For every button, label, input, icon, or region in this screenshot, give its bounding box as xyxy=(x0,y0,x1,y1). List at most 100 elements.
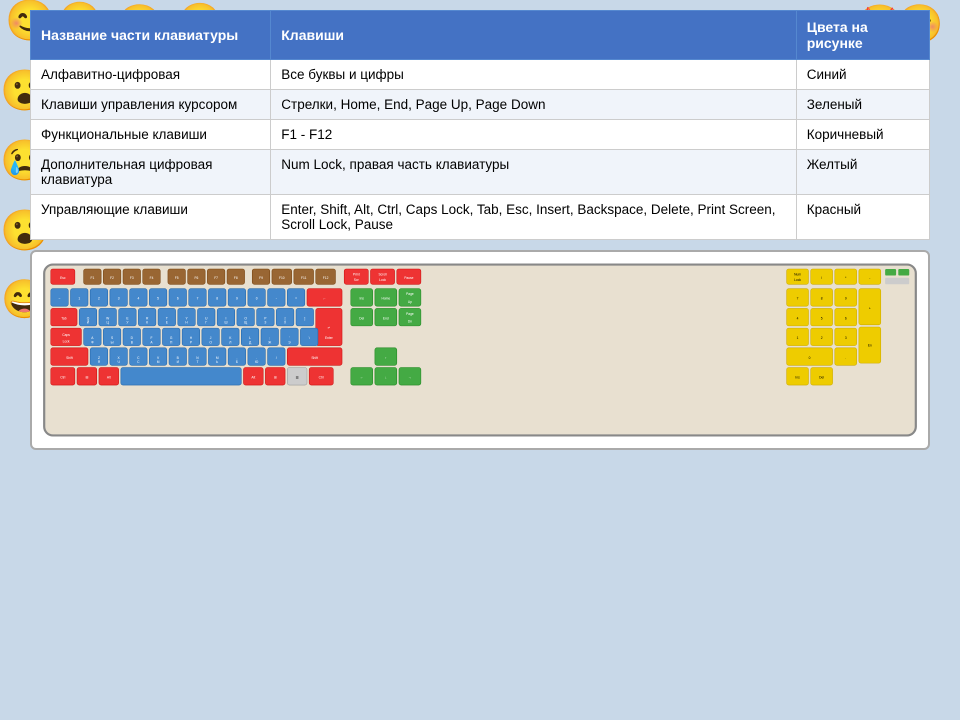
svg-text:/: / xyxy=(821,276,822,280)
svg-text:-: - xyxy=(869,276,870,280)
svg-text:О: О xyxy=(209,340,212,344)
svg-text:F5: F5 xyxy=(175,276,179,280)
svg-text:8: 8 xyxy=(216,297,218,301)
svg-text:←: ← xyxy=(323,297,326,301)
svg-text:М: М xyxy=(157,360,160,364)
svg-text:F1: F1 xyxy=(90,276,94,280)
part-name: Функциональные клавиши xyxy=(31,120,271,150)
svg-text:6: 6 xyxy=(177,297,179,301)
svg-text:End: End xyxy=(383,316,389,320)
svg-text:-: - xyxy=(276,297,277,301)
svg-text:Up: Up xyxy=(408,300,412,304)
svg-text:Lock: Lock xyxy=(794,278,801,282)
part-keys: F1 - F12 xyxy=(271,120,796,150)
svg-text:9: 9 xyxy=(845,297,847,301)
svg-text:Alt: Alt xyxy=(107,375,111,379)
svg-text:]: ] xyxy=(304,316,305,320)
svg-text:Щ: Щ xyxy=(244,321,247,325)
part-keys: Num Lock, правая часть клавиатуры xyxy=(271,150,796,195)
header-keys: Клавиши xyxy=(271,11,796,60)
svg-text:Esc: Esc xyxy=(60,276,66,280)
part-keys: Стрелки, Home, End, Page Up, Page Down xyxy=(271,90,796,120)
svg-text:Caps: Caps xyxy=(62,333,70,337)
svg-text:.: . xyxy=(845,356,846,360)
svg-text:Ж: Ж xyxy=(268,340,271,344)
svg-text:\: \ xyxy=(309,336,310,340)
svg-text:7: 7 xyxy=(197,297,199,301)
svg-text:Ь: Ь xyxy=(216,360,218,364)
svg-text:Ч: Ч xyxy=(118,360,120,364)
part-name: Управляющие клавиши xyxy=(31,195,271,240)
svg-text:8: 8 xyxy=(821,297,823,301)
svg-text:Ы: Ы xyxy=(111,340,114,344)
part-name: Клавиши управления курсором xyxy=(31,90,271,120)
svg-text:0: 0 xyxy=(256,297,258,301)
keyboard-diagram: Esc F1 F2 F3 F4 F5 F6 F7 F8 F9 F10 F11 xyxy=(42,262,918,438)
svg-text:F3: F3 xyxy=(130,276,134,280)
table-row: Алфавитно-цифровая Все буквы и цифры Син… xyxy=(31,60,930,90)
svg-text:Ins: Ins xyxy=(360,297,365,301)
header-color: Цвета на рисунке xyxy=(796,11,929,60)
svg-text:F7: F7 xyxy=(214,276,218,280)
svg-text:Ctrl: Ctrl xyxy=(60,375,65,379)
svg-text:2: 2 xyxy=(98,297,100,301)
svg-text:Ins: Ins xyxy=(795,375,800,379)
svg-text:Print: Print xyxy=(353,273,360,277)
svg-text:Lock: Lock xyxy=(63,339,70,343)
svg-text:Page: Page xyxy=(406,292,414,296)
svg-text:⊞: ⊞ xyxy=(86,375,89,379)
svg-text:Т: Т xyxy=(196,360,198,364)
svg-text:/: / xyxy=(276,356,277,360)
part-color: Синий xyxy=(796,60,929,90)
svg-text:F8: F8 xyxy=(234,276,238,280)
svg-text:3: 3 xyxy=(845,336,847,340)
svg-text:Pause: Pause xyxy=(404,276,413,280)
svg-text:⊞: ⊞ xyxy=(274,375,277,379)
svg-text:F12: F12 xyxy=(323,276,329,280)
svg-text:F11: F11 xyxy=(301,276,307,280)
svg-text:F6: F6 xyxy=(194,276,198,280)
svg-text:6: 6 xyxy=(845,316,847,320)
svg-text:Del: Del xyxy=(359,316,364,320)
svg-text:←: ← xyxy=(360,375,363,379)
svg-text:9: 9 xyxy=(236,297,238,301)
part-keys: Enter, Shift, Alt, Ctrl, Caps Lock, Tab,… xyxy=(271,195,796,240)
keyboard-image: Esc F1 F2 F3 F4 F5 F6 F7 F8 F9 F10 F11 xyxy=(30,250,930,450)
table-row: Клавиши управления курсором Стрелки, Hom… xyxy=(31,90,930,120)
svg-text:Page: Page xyxy=(406,312,414,316)
svg-text:5: 5 xyxy=(821,316,823,320)
svg-text:З: З xyxy=(264,321,266,325)
svg-text:→: → xyxy=(408,375,411,379)
svg-text:Lock: Lock xyxy=(379,278,386,282)
svg-text:Р: Р xyxy=(190,340,192,344)
svg-text:Dn: Dn xyxy=(408,320,412,324)
svg-text:Scroll: Scroll xyxy=(378,273,386,277)
svg-text:Shift: Shift xyxy=(311,356,318,360)
svg-text:↵: ↵ xyxy=(328,326,331,330)
svg-text:Home: Home xyxy=(381,297,390,301)
svg-text:En: En xyxy=(868,344,872,348)
part-color: Коричневый xyxy=(796,120,929,150)
table-row: Функциональные клавиши F1 - F12 Коричнев… xyxy=(31,120,930,150)
svg-text:0: 0 xyxy=(809,356,811,360)
svg-text:1: 1 xyxy=(78,297,80,301)
svg-text:5: 5 xyxy=(157,297,159,301)
svg-text:3: 3 xyxy=(118,297,120,301)
part-color: Зеленый xyxy=(796,90,929,120)
svg-text:Б: Б xyxy=(236,360,238,364)
svg-text:Alt: Alt xyxy=(251,375,255,379)
svg-text:К: К xyxy=(146,321,148,325)
svg-text:Л: Л xyxy=(229,340,231,344)
table-row: Управляющие клавиши Enter, Shift, Alt, C… xyxy=(31,195,930,240)
svg-text:F2: F2 xyxy=(110,276,114,280)
svg-text:Enter: Enter xyxy=(325,336,334,340)
svg-text:4: 4 xyxy=(137,297,139,301)
header-part: Название части клавиатуры xyxy=(31,11,271,60)
svg-text:☰: ☰ xyxy=(296,375,299,379)
svg-text:F4: F4 xyxy=(150,276,154,280)
svg-text:2: 2 xyxy=(821,336,823,340)
svg-text:Tab: Tab xyxy=(61,316,66,320)
part-keys: Все буквы и цифры xyxy=(271,60,796,90)
svg-text:=: = xyxy=(295,297,297,301)
main-content: Название части клавиатуры Клавиши Цвета … xyxy=(30,10,930,450)
